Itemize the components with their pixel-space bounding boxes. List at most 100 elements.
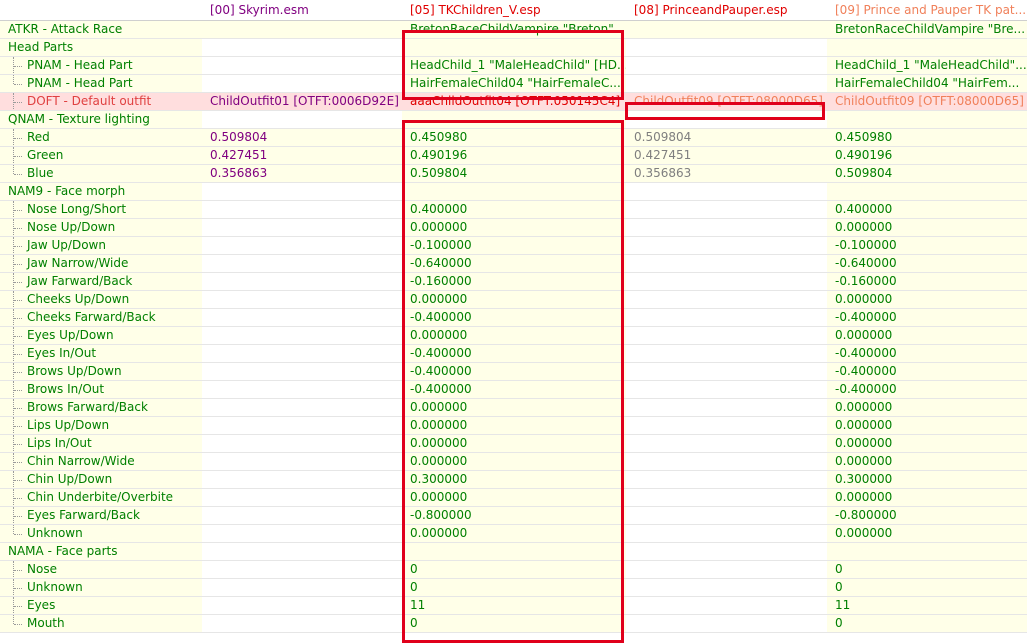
row-label[interactable]: Cheeks Farward/Back <box>0 309 233 327</box>
row-label[interactable]: Blue <box>0 165 233 183</box>
table-row[interactable]: Brows Farward/Back 0.000000 0.000000 <box>0 399 1027 417</box>
table-row[interactable]: Cheeks Farward/Back -0.400000 -0.400000 <box>0 309 1027 327</box>
cell-c3[interactable] <box>626 75 839 93</box>
cell-c3[interactable] <box>626 309 839 327</box>
cell-c1[interactable] <box>202 615 414 633</box>
cell-c4[interactable]: 11 <box>827 597 1027 615</box>
cell-c2[interactable]: -0.160000 <box>402 273 638 291</box>
cell-c4[interactable]: 0.000000 <box>827 435 1027 453</box>
cell-c1[interactable] <box>202 543 414 561</box>
table-row[interactable]: Eyes 11 11 <box>0 597 1027 615</box>
cell-c2[interactable]: 0.000000 <box>402 435 638 453</box>
cell-c4[interactable]: 0 <box>827 615 1027 633</box>
row-label[interactable]: Eyes <box>0 597 233 615</box>
table-row[interactable]: NAMA - Face parts <box>0 543 1027 561</box>
cell-c2[interactable]: -0.640000 <box>402 255 638 273</box>
table-row[interactable]: QNAM - Texture lighting <box>0 111 1027 129</box>
cell-c3[interactable] <box>626 417 839 435</box>
cell-c2[interactable] <box>402 111 638 129</box>
column-header-label[interactable] <box>0 0 214 21</box>
cell-c2[interactable]: BretonRaceChildVampire "Breton"... <box>402 21 638 39</box>
cell-c4[interactable]: 0.400000 <box>827 201 1027 219</box>
table-row[interactable]: Unknown 0 0 <box>0 579 1027 597</box>
cell-c1[interactable] <box>202 309 414 327</box>
cell-c2[interactable]: 0.000000 <box>402 453 638 471</box>
cell-c4[interactable]: ChildOutfit09 [OTFT:08000D65] <box>827 93 1027 111</box>
row-label[interactable]: Eyes Farward/Back <box>0 507 233 525</box>
cell-c4[interactable] <box>827 183 1027 201</box>
cell-c2[interactable]: aaaChildOutfit04 [OTFT:050145C4] <box>402 93 638 111</box>
row-label[interactable]: Jaw Narrow/Wide <box>0 255 233 273</box>
table-row[interactable]: PNAM - Head Part HairFemaleChild04 "HairF… <box>0 75 1027 93</box>
cell-c4[interactable]: 0 <box>827 579 1027 597</box>
cell-c4[interactable]: 0.000000 <box>827 399 1027 417</box>
cell-c3[interactable]: 0.356863 <box>626 165 839 183</box>
table-row[interactable]: Lips Up/Down 0.000000 0.000000 <box>0 417 1027 435</box>
cell-c1[interactable] <box>202 507 414 525</box>
row-label[interactable]: Brows Up/Down <box>0 363 233 381</box>
cell-c3[interactable] <box>626 579 839 597</box>
cell-c4[interactable]: HeadChild_1 "MaleHeadChild"... <box>827 57 1027 75</box>
row-label[interactable]: QNAM - Texture lighting <box>0 111 214 129</box>
cell-c4[interactable]: 0.000000 <box>827 327 1027 345</box>
cell-c1[interactable]: ChildOutfit01 [OTFT:0006D92E] <box>202 93 414 111</box>
table-row[interactable]: Chin Up/Down 0.300000 0.300000 <box>0 471 1027 489</box>
cell-c1[interactable] <box>202 291 414 309</box>
row-label[interactable]: Green <box>0 147 233 165</box>
row-label[interactable]: Nose Up/Down <box>0 219 233 237</box>
row-label[interactable]: Cheeks Up/Down <box>0 291 233 309</box>
cell-c2[interactable]: 0.000000 <box>402 525 638 543</box>
cell-c1[interactable] <box>202 489 414 507</box>
cell-c2[interactable]: 0.300000 <box>402 471 638 489</box>
cell-c3[interactable] <box>626 57 839 75</box>
row-label[interactable]: Jaw Farward/Back <box>0 273 233 291</box>
cell-c2[interactable]: 0.400000 <box>402 201 638 219</box>
table-row[interactable]: Blue 0.356863 0.509804 0.356863 0.509804 <box>0 165 1027 183</box>
row-label[interactable]: Unknown <box>0 579 233 597</box>
cell-c2[interactable]: -0.400000 <box>402 363 638 381</box>
cell-c4[interactable]: 0.000000 <box>827 291 1027 309</box>
cell-c1[interactable] <box>202 39 414 57</box>
cell-c2[interactable]: 0.000000 <box>402 489 638 507</box>
cell-c1[interactable] <box>202 273 414 291</box>
row-label[interactable]: ATKR - Attack Race <box>0 21 214 39</box>
cell-c2[interactable]: -0.800000 <box>402 507 638 525</box>
cell-c3[interactable] <box>626 255 839 273</box>
cell-c4[interactable]: -0.100000 <box>827 237 1027 255</box>
table-row[interactable]: Unknown 0.000000 0.000000 <box>0 525 1027 543</box>
cell-c1[interactable] <box>202 579 414 597</box>
table-row[interactable]: Red 0.509804 0.450980 0.509804 0.450980 <box>0 129 1027 147</box>
table-row[interactable]: Mouth 0 0 <box>0 615 1027 633</box>
column-header-princeandpauper[interactable]: [08] PrinceandPauper.esp <box>626 0 839 21</box>
row-label[interactable]: Lips Up/Down <box>0 417 233 435</box>
row-label[interactable]: Brows Farward/Back <box>0 399 233 417</box>
cell-c1[interactable] <box>202 525 414 543</box>
table-row[interactable]: Brows In/Out -0.400000 -0.400000 <box>0 381 1027 399</box>
table-row[interactable]: Head Parts <box>0 39 1027 57</box>
cell-c3[interactable] <box>626 363 839 381</box>
cell-c4[interactable] <box>827 111 1027 129</box>
cell-c1[interactable] <box>202 597 414 615</box>
cell-c4[interactable]: BretonRaceChildVampire "Bre... <box>827 21 1027 39</box>
row-label[interactable]: Eyes Up/Down <box>0 327 233 345</box>
cell-c4[interactable]: 0.300000 <box>827 471 1027 489</box>
cell-c3[interactable] <box>626 615 839 633</box>
cell-c1[interactable] <box>202 471 414 489</box>
cell-c3[interactable] <box>626 39 839 57</box>
row-label[interactable]: Head Parts <box>0 39 214 57</box>
cell-c3[interactable] <box>626 435 839 453</box>
cell-c1[interactable] <box>202 417 414 435</box>
cell-c1[interactable] <box>202 561 414 579</box>
cell-c1[interactable] <box>202 327 414 345</box>
cell-c3[interactable] <box>626 471 839 489</box>
cell-c1[interactable] <box>202 237 414 255</box>
row-label[interactable]: Chin Narrow/Wide <box>0 453 233 471</box>
cell-c4[interactable]: -0.800000 <box>827 507 1027 525</box>
table-row[interactable]: Chin Narrow/Wide 0.000000 0.000000 <box>0 453 1027 471</box>
cell-c1[interactable]: 0.356863 <box>202 165 414 183</box>
cell-c3[interactable] <box>626 327 839 345</box>
cell-c1[interactable] <box>202 219 414 237</box>
cell-c4[interactable]: 0.490196 <box>827 147 1027 165</box>
cell-c1[interactable] <box>202 111 414 129</box>
cell-c2[interactable]: 0.000000 <box>402 417 638 435</box>
